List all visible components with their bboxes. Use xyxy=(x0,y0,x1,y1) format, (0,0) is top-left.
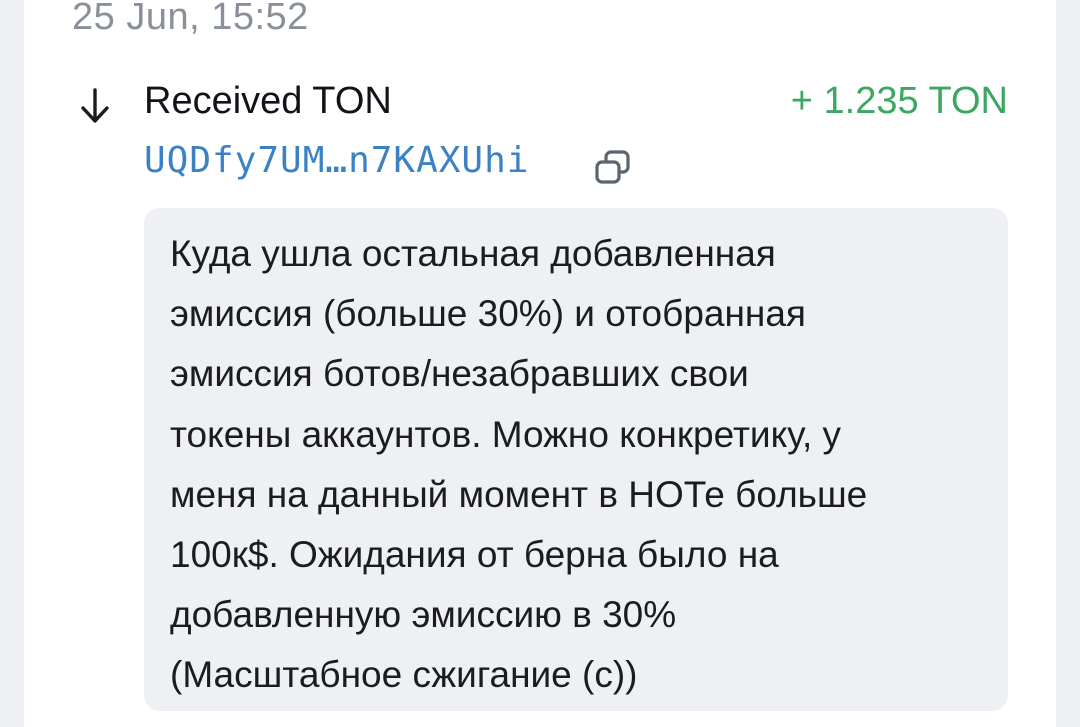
comment-line: добавленную эмиссию в 30% xyxy=(170,594,677,636)
comment-line: 100к$. Ожидания от берна было на xyxy=(170,534,779,576)
copy-icon[interactable] xyxy=(592,146,636,190)
comment-text: Куда ушла остальная добавленная эмиссия … xyxy=(170,224,990,706)
comment-line: токены аккаунтов. Можно конкретику, у xyxy=(170,413,842,455)
comment-line: (Масштабное сжигание (с)) xyxy=(170,654,638,696)
sender-address[interactable]: UQDfy7UM…n7KAXUhi xyxy=(144,140,529,181)
transaction-card: 25 Jun, 15:52 Received TON + 1.235 TON U… xyxy=(24,0,1056,727)
comment-line: Куда ушла остальная добавленная xyxy=(170,233,776,274)
comment-line: эмиссия (больше 30%) и отобранная xyxy=(170,293,806,335)
arrow-down-icon xyxy=(81,88,109,123)
comment-line: эмиссия ботов/незабравших свои xyxy=(170,353,749,395)
transaction-date: 25 Jun, 15:52 xyxy=(72,0,309,38)
transaction-comment: Куда ушла остальная добавленная эмиссия … xyxy=(144,208,1008,711)
history-screen: 25 Jun, 15:52 Received TON + 1.235 TON U… xyxy=(0,0,1080,727)
transaction-amount: + 1.235 TON xyxy=(790,80,1008,122)
transaction-title: Received TON xyxy=(144,80,392,122)
comment-line: меня на данный момент в НОТе больше xyxy=(170,473,868,515)
